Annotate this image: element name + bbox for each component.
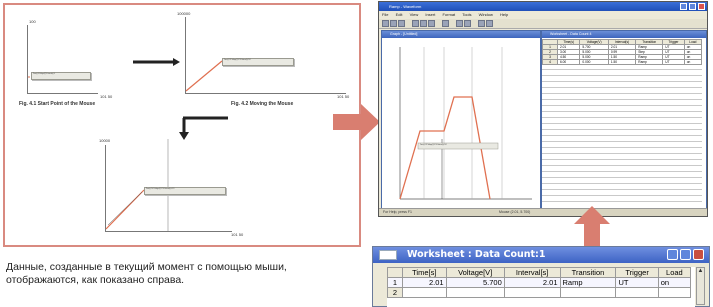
- save-icon[interactable]: [398, 20, 405, 27]
- app-window: Ramp - Waveform File Edit View Insert Fo…: [378, 1, 708, 217]
- scroll-up-icon[interactable]: ▲: [697, 268, 704, 275]
- menu-file[interactable]: File: [382, 12, 388, 17]
- graph-subwindow: Graph - [Untitled] Time(s):2.01 Voltage(…: [381, 30, 541, 210]
- menu-view[interactable]: View: [410, 12, 419, 17]
- app-worksheet-table: Time(s) Voltage(V) Interval(s) Transitio…: [542, 39, 703, 65]
- tooltip-start-text: Time(s):0 Voltage(V):0 Interval(s):0: [33, 72, 55, 75]
- minimize-icon[interactable]: [667, 249, 678, 260]
- new-icon[interactable]: [382, 20, 389, 27]
- row-number[interactable]: 1: [387, 277, 403, 288]
- worksheet-subwindow-title: Worksheet - Data Count 4: [542, 31, 706, 38]
- menu-tools[interactable]: Tools: [462, 12, 471, 17]
- header-voltage[interactable]: Voltage[V]: [445, 267, 505, 278]
- cut-icon[interactable]: [412, 20, 419, 27]
- tooltip-result-text: Time(s):2.01 Voltage(V):5.700 Interval(s…: [146, 187, 175, 190]
- zoom-out-icon[interactable]: [464, 20, 471, 27]
- app-graph-plot: [399, 47, 532, 200]
- black-arrow-right: [133, 58, 180, 66]
- graph-result: Time(s):2.01 Voltage(V):5.700 Interval(s…: [105, 139, 232, 232]
- zoom-in-icon[interactable]: [456, 20, 463, 27]
- app-graph-tooltip-text: Time(s):2.01 Voltage(V):5.700 Interval(s…: [420, 143, 447, 146]
- header-transition[interactable]: Transition: [559, 267, 617, 278]
- close-icon[interactable]: [693, 249, 704, 260]
- app-worksheet-header-row: Time(s) Voltage(V) Interval(s) Transitio…: [542, 39, 703, 45]
- cell-time[interactable]: 6.00: [556, 59, 581, 65]
- status-right: Mouse (2.01, 5.700): [499, 210, 531, 214]
- graph-subwindow-title: Graph - [Untitled]: [382, 31, 540, 38]
- open-icon[interactable]: [390, 20, 397, 27]
- app-title-bar: Ramp - Waveform: [379, 2, 707, 11]
- cell-voltage[interactable]: 0.000: [579, 59, 609, 65]
- graph-icon[interactable]: [478, 20, 485, 27]
- header-trigger[interactable]: Trigger: [615, 267, 659, 278]
- cell-trigger[interactable]: UT: [615, 277, 659, 288]
- graph-moving-mouse: Time(s):2.01 Voltage(V):5.700 Interval(s…: [185, 17, 346, 94]
- black-arrow-elbow: [179, 116, 228, 140]
- fig2-caption: Fig. 4.2 Moving the Mouse: [231, 101, 294, 107]
- worksheet-window: Worksheet : Data Count:1 Time[s] Voltage…: [372, 246, 710, 307]
- minimize-icon[interactable]: [680, 3, 687, 10]
- menu-bar: File Edit View Insert Format Tools Windo…: [379, 11, 707, 19]
- table-row[interactable]: 4 6.00 0.000 1.50 Ramp UT on: [542, 59, 703, 65]
- example-frame: Time(s):0 Voltage(V):0 Interval(s):0 100…: [3, 3, 361, 247]
- description-text: Данные, созданные в текущий момент с пом…: [6, 261, 287, 286]
- menu-edit[interactable]: Edit: [396, 12, 403, 17]
- empty-grid-area: [542, 69, 702, 207]
- fig3-x-label: 101 50: [231, 232, 244, 237]
- run-icon[interactable]: [486, 20, 493, 27]
- header-interval[interactable]: Interval[s]: [503, 267, 561, 278]
- fig2-y-label: 100000: [177, 11, 191, 16]
- paste-icon[interactable]: [428, 20, 435, 27]
- menu-format[interactable]: Format: [442, 12, 455, 17]
- fig1-y-label: 100: [29, 19, 36, 24]
- salmon-arrow-up: [574, 206, 610, 250]
- graph-start-point: Time(s):0 Voltage(V):0 Interval(s):0: [27, 25, 98, 94]
- table-row[interactable]: 2: [387, 287, 692, 298]
- worksheet-corner: [387, 267, 403, 278]
- cell-voltage[interactable]: 5.700: [445, 277, 505, 288]
- cell-interval[interactable]: 2.01: [503, 277, 561, 288]
- status-bar: For Help, press F1 Mouse (2.01, 5.700): [379, 208, 707, 216]
- tooltip-moving-text: Time(s):2.01 Voltage(V):5.700 Interval(s…: [224, 58, 251, 61]
- worksheet-app-icon: [379, 250, 397, 260]
- copy-icon[interactable]: [420, 20, 427, 27]
- vertical-scrollbar[interactable]: ▲: [696, 267, 705, 305]
- fig2-x-label: 101 50: [337, 94, 350, 99]
- graph-start-point-plot: [28, 76, 30, 78]
- maximize-icon[interactable]: [680, 249, 691, 260]
- toolbar: [379, 19, 707, 29]
- menu-help[interactable]: Help: [500, 12, 508, 17]
- cell-load[interactable]: on: [657, 277, 692, 288]
- close-icon[interactable]: [698, 3, 705, 10]
- undo-icon[interactable]: [442, 20, 449, 27]
- worksheet-title: Worksheet : Data Count:1: [407, 249, 546, 260]
- cell-interval[interactable]: 1.50: [607, 59, 637, 65]
- status-left: For Help, press F1: [383, 210, 412, 214]
- fig3-y-label: 10000: [99, 138, 111, 143]
- fig1-x-label: 101 50: [100, 94, 113, 99]
- cell-transition[interactable]: Ramp: [559, 277, 617, 288]
- cell-transition[interactable]: Ramp: [635, 59, 664, 65]
- worksheet-grid-area: Time[s] Voltage[V] Interval[s] Transitio…: [387, 267, 695, 307]
- cell-load[interactable]: on: [683, 59, 703, 65]
- worksheet-header-row: Time[s] Voltage[V] Interval[s] Transitio…: [387, 267, 692, 278]
- cell-time[interactable]: 2.01: [402, 277, 447, 288]
- worksheet-table: Time[s] Voltage[V] Interval[s] Transitio…: [387, 267, 692, 298]
- salmon-arrow-right: [333, 104, 380, 140]
- header-time[interactable]: Time[s]: [402, 267, 447, 278]
- header-load[interactable]: Load: [657, 267, 692, 278]
- worksheet-subwindow: Worksheet - Data Count 4 Time(s) Voltage…: [541, 30, 707, 210]
- worksheet-title-bar: Worksheet : Data Count:1: [373, 247, 709, 263]
- app-title: Ramp - Waveform: [389, 4, 422, 9]
- table-row[interactable]: 1 2.01 5.700 2.01 Ramp UT on: [387, 277, 692, 288]
- maximize-icon[interactable]: [689, 3, 696, 10]
- graph-moving-mouse-plot: [185, 60, 223, 92]
- menu-window[interactable]: Window: [479, 12, 493, 17]
- cell-trigger[interactable]: UT: [662, 59, 685, 65]
- menu-insert[interactable]: Insert: [425, 12, 435, 17]
- fig1-caption: Fig. 4.1 Start Point of the Mouse: [19, 101, 96, 107]
- row-number[interactable]: 2: [387, 287, 403, 298]
